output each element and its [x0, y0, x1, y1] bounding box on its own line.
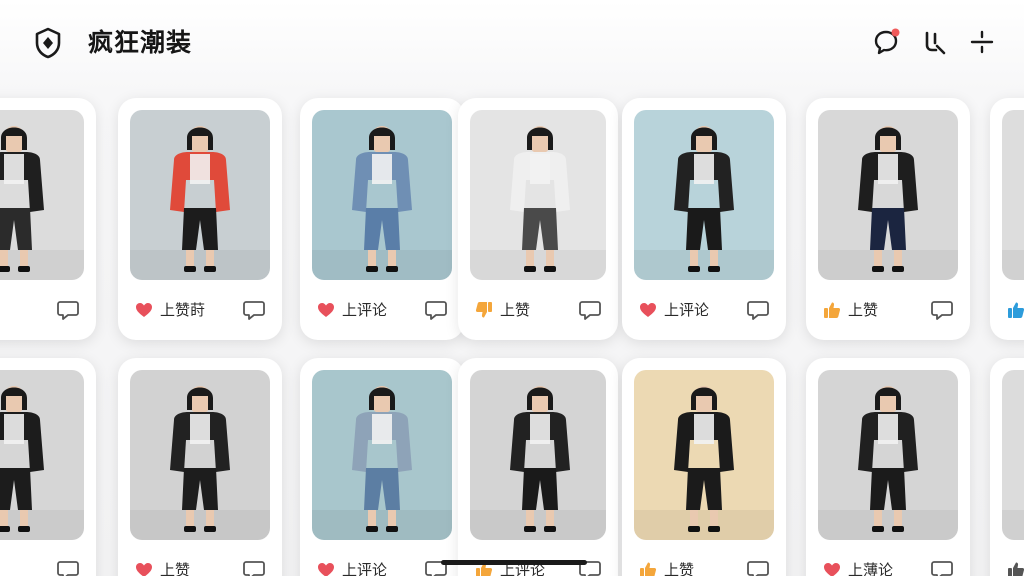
outfit-card[interactable]: 上赞 — [458, 98, 618, 340]
outfit-card[interactable]: 上评论 — [622, 98, 786, 340]
notification-dot — [891, 28, 900, 37]
outfit-card[interactable]: 上评论 — [458, 358, 618, 576]
outfit-photo[interactable] — [634, 110, 774, 280]
card-actions: 论 — [0, 558, 82, 576]
photo-frame[interactable] — [1002, 370, 1024, 540]
outfit-card[interactable] — [0, 98, 96, 340]
photo-frame[interactable] — [0, 110, 84, 280]
outfit-photo[interactable] — [470, 370, 606, 540]
card-actions: 上赞 — [474, 298, 604, 322]
photo-frame[interactable] — [818, 370, 958, 540]
search-icon[interactable] — [919, 27, 949, 57]
comment-icon[interactable] — [242, 559, 266, 576]
thumbs-up-icon[interactable] — [1006, 300, 1024, 320]
thumbs-up-icon[interactable] — [822, 300, 842, 320]
photo-frame[interactable] — [130, 110, 270, 280]
app-title: 疯狂潮装 — [88, 28, 193, 57]
chat-notification-icon[interactable] — [871, 27, 901, 57]
outfit-card[interactable]: 上赞 — [806, 98, 970, 340]
outfit-photo[interactable] — [312, 370, 452, 540]
outfit-card[interactable] — [990, 98, 1024, 340]
outfit-photo[interactable] — [0, 110, 84, 280]
card-actions: 上赞 — [638, 558, 772, 576]
menu-icon[interactable] — [967, 27, 997, 57]
comment-icon[interactable] — [424, 299, 448, 321]
app-header: 疯狂潮装 — [0, 0, 1024, 88]
card-actions — [1006, 558, 1024, 576]
outfit-card[interactable]: 上赞莳 — [118, 98, 282, 340]
heart-icon[interactable] — [638, 300, 658, 320]
outfit-photo[interactable] — [470, 110, 606, 280]
outfit-card[interactable]: 上赞 — [622, 358, 786, 576]
outfit-photo[interactable] — [634, 370, 774, 540]
heart-icon[interactable] — [822, 560, 842, 576]
photo-frame[interactable] — [818, 110, 958, 280]
outfit-card[interactable]: 论 — [0, 358, 96, 576]
home-indicator[interactable] — [441, 560, 587, 565]
photo-frame[interactable] — [312, 370, 452, 540]
action-label[interactable]: 上评论 — [342, 560, 387, 576]
outfit-photo[interactable] — [130, 370, 270, 540]
photo-frame[interactable] — [634, 370, 774, 540]
outfit-photo[interactable] — [130, 110, 270, 280]
outfit-card[interactable]: 上评论 — [300, 358, 464, 576]
outfit-photo[interactable] — [1002, 370, 1024, 540]
photo-frame[interactable] — [312, 110, 452, 280]
action-label[interactable]: 上评论 — [342, 300, 387, 320]
action-label[interactable]: 上赞 — [848, 300, 878, 320]
comment-icon[interactable] — [56, 299, 80, 321]
photo-frame[interactable] — [470, 370, 606, 540]
outfit-photo[interactable] — [312, 110, 452, 280]
thumbs-up-icon[interactable] — [638, 560, 658, 576]
outfit-card[interactable]: 上薄论 — [806, 358, 970, 576]
card-actions: 上赞莳 — [134, 298, 268, 322]
outfit-card[interactable]: 上赞 — [118, 358, 282, 576]
outfit-photo[interactable] — [818, 110, 958, 280]
shield-logo-icon[interactable] — [31, 26, 65, 60]
thumbs-down-icon[interactable] — [474, 300, 494, 320]
action-label[interactable]: 上赞 — [500, 300, 530, 320]
card-actions — [0, 298, 82, 322]
heart-icon[interactable] — [316, 300, 336, 320]
heart-icon[interactable] — [134, 300, 154, 320]
card-actions: 上评论 — [638, 298, 772, 322]
comment-icon[interactable] — [242, 299, 266, 321]
outfit-card[interactable]: 上评论 — [300, 98, 464, 340]
photo-frame[interactable] — [130, 370, 270, 540]
action-label[interactable]: 上赞 — [160, 560, 190, 576]
card-actions: 上赞 — [822, 298, 956, 322]
comment-icon[interactable] — [56, 559, 80, 576]
comment-icon[interactable] — [578, 299, 602, 321]
outfit-photo[interactable] — [1002, 110, 1024, 280]
heart-icon[interactable] — [134, 560, 154, 576]
card-actions: 上赞 — [134, 558, 268, 576]
action-label[interactable]: 上赞 — [664, 560, 694, 576]
comment-icon[interactable] — [930, 559, 954, 576]
card-actions — [1006, 298, 1024, 322]
app-screen: 疯狂潮装 上赞莳 上评论 上赞 上评论 上赞 上赞 上评论 上评论 上赞 上薄论 — [0, 0, 1024, 576]
photo-frame[interactable] — [470, 110, 606, 280]
heart-icon[interactable] — [316, 560, 336, 576]
comment-icon[interactable] — [746, 299, 770, 321]
comment-icon[interactable] — [930, 299, 954, 321]
action-label[interactable]: 上评论 — [664, 300, 709, 320]
action-label[interactable]: 上赞莳 — [160, 300, 205, 320]
photo-frame[interactable] — [634, 110, 774, 280]
outfit-card[interactable] — [990, 358, 1024, 576]
card-actions: 上薄论 — [822, 558, 956, 576]
photo-frame[interactable] — [1002, 110, 1024, 280]
comment-icon[interactable] — [746, 559, 770, 576]
outfit-photo[interactable] — [0, 370, 84, 540]
action-label[interactable]: 上薄论 — [848, 560, 893, 576]
outfit-photo[interactable] — [818, 370, 958, 540]
card-actions: 上评论 — [316, 558, 450, 576]
hand-icon[interactable] — [1006, 560, 1024, 576]
photo-frame[interactable] — [0, 370, 84, 540]
card-actions: 上评论 — [316, 298, 450, 322]
